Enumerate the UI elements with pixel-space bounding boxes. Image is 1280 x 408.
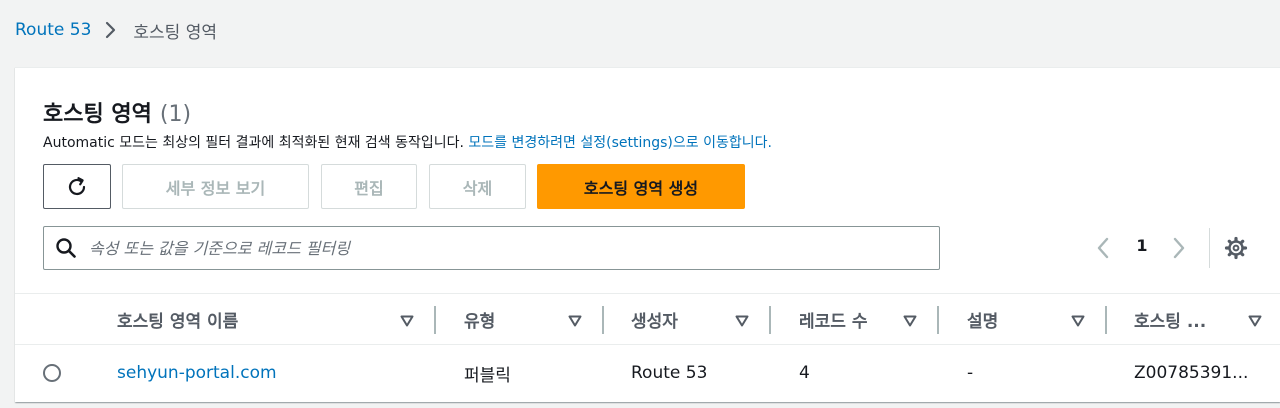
breadcrumb-current: 호스팅 영역 bbox=[133, 22, 217, 43]
chevron-left-icon[interactable] bbox=[1095, 236, 1111, 264]
column-divider[interactable] bbox=[602, 306, 604, 334]
column-header-name[interactable]: 호스팅 영역 이름 bbox=[117, 294, 238, 344]
description-text: Automatic 모드는 최상의 필터 결과에 최적화된 현재 검색 동작입니… bbox=[43, 135, 469, 151]
delete-button[interactable]: 삭제 bbox=[429, 164, 526, 209]
hosted-zone-name-link[interactable]: sehyun-portal.com bbox=[117, 345, 277, 401]
column-header-type[interactable]: 유형 bbox=[464, 294, 495, 344]
sort-down-icon[interactable] bbox=[735, 312, 749, 331]
chevron-right-icon[interactable] bbox=[1171, 236, 1187, 264]
column-divider[interactable] bbox=[937, 306, 939, 334]
cell-description: - bbox=[967, 363, 974, 383]
sort-down-icon[interactable] bbox=[400, 312, 414, 331]
hosted-zones-panel: 호스팅 영역 (1) Automatic 모드는 최상의 필터 결과에 최적화된… bbox=[15, 67, 1280, 402]
page-number[interactable]: 1 bbox=[1131, 236, 1153, 255]
create-hosted-zone-button[interactable]: 호스팅 영역 생성 bbox=[537, 164, 745, 209]
cell-created-by: Route 53 bbox=[631, 363, 708, 383]
refresh-button[interactable] bbox=[43, 164, 111, 209]
chevron-right-icon bbox=[105, 21, 117, 39]
column-header-hosted-zone-id[interactable]: 호스팅 ... bbox=[1134, 294, 1206, 344]
sort-down-icon[interactable] bbox=[1071, 312, 1085, 331]
search-box bbox=[43, 226, 940, 270]
refresh-icon bbox=[65, 175, 89, 199]
column-header-record-count[interactable]: 레코드 수 bbox=[799, 294, 867, 344]
row-select-radio[interactable] bbox=[43, 364, 61, 382]
breadcrumb: Route 53 호스팅 영역 bbox=[15, 18, 217, 43]
view-details-button[interactable]: 세부 정보 보기 bbox=[122, 164, 309, 209]
page-title: 호스팅 영역 bbox=[43, 102, 152, 127]
panel-header: 호스팅 영역 (1) bbox=[43, 96, 191, 128]
sort-down-icon[interactable] bbox=[903, 312, 917, 331]
edit-button[interactable]: 편집 bbox=[321, 164, 417, 209]
settings-link[interactable]: 모드를 변경하려면 설정(settings)으로 이동합니다. bbox=[468, 135, 772, 151]
column-divider[interactable] bbox=[434, 306, 436, 334]
search-icon bbox=[55, 237, 77, 259]
column-divider[interactable] bbox=[1105, 306, 1107, 334]
cell-hosted-zone-id: Z00785391... bbox=[1134, 363, 1249, 383]
search-input[interactable] bbox=[89, 238, 909, 258]
sort-down-icon[interactable] bbox=[1248, 312, 1262, 331]
cell-type: 퍼블릭 bbox=[464, 365, 511, 386]
table-header: 호스팅 영역 이름 유형 생성자 레코드 수 설명 호스팅 ... bbox=[15, 293, 1280, 345]
hosted-zones-table: 호스팅 영역 이름 유형 생성자 레코드 수 설명 호스팅 ... sehyun… bbox=[15, 293, 1280, 401]
column-header-description[interactable]: 설명 bbox=[967, 294, 998, 344]
zone-count: (1) bbox=[159, 102, 192, 127]
panel-description: Automatic 모드는 최상의 필터 결과에 최적화된 현재 검색 동작입니… bbox=[43, 132, 772, 152]
breadcrumb-route53-link[interactable]: Route 53 bbox=[15, 20, 91, 40]
pager-divider bbox=[1209, 228, 1210, 268]
column-divider[interactable] bbox=[769, 306, 771, 334]
gear-icon[interactable] bbox=[1224, 236, 1248, 264]
cell-record-count: 4 bbox=[799, 363, 810, 383]
column-header-created-by[interactable]: 생성자 bbox=[631, 294, 678, 344]
table-row[interactable]: sehyun-portal.com 퍼블릭 Route 53 4 - Z0078… bbox=[15, 345, 1280, 401]
sort-down-icon[interactable] bbox=[568, 312, 582, 331]
